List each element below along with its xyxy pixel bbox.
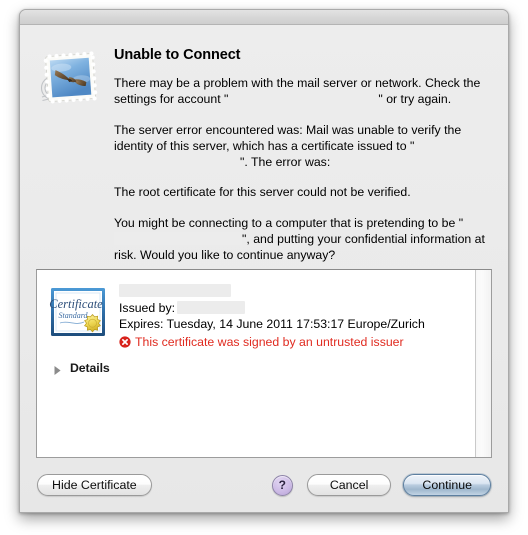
paragraph-connection-problem: There may be a problem with the mail ser…	[114, 75, 491, 108]
svg-text:Standard: Standard	[58, 311, 88, 320]
details-disclosure-toggle[interactable]: Details	[52, 361, 130, 375]
redacted-certificate-subject	[119, 283, 231, 297]
dialog-body: Unable to Connect There may be a problem…	[20, 25, 508, 512]
redacted-issuer-name	[177, 300, 246, 314]
p1-text-after: " or try again.	[378, 92, 452, 107]
dialog-button-bar: Hide Certificate ? Cancel Continue	[20, 458, 508, 512]
p4-text-before: You might be connecting to a computer th…	[114, 215, 464, 230]
details-label: Details	[70, 360, 110, 375]
svg-text:Certificate: Certificate	[49, 297, 103, 311]
cancel-button[interactable]: Cancel	[306, 474, 392, 496]
paragraph-server-error: The server error encountered was: Mail w…	[114, 122, 491, 171]
paragraph-impersonation-warning: You might be connecting to a computer th…	[114, 215, 491, 264]
p2-text-after: ". The error was:	[240, 155, 331, 170]
alert-header: Unable to Connect There may be a problem…	[20, 25, 508, 264]
redacted-server-name	[114, 155, 240, 169]
certificate-warning-dialog: Unable to Connect There may be a problem…	[19, 9, 509, 513]
certificate-summary-row: Certificate Standard Issued by: Expires:…	[49, 283, 475, 351]
certificate-fields: Issued by: Expires: Tuesday, 14 June 201…	[119, 283, 475, 351]
dialog-titlebar[interactable]	[20, 10, 508, 25]
expires-line: Expires: Tuesday, 14 June 2011 17:53:17 …	[119, 317, 425, 332]
error-circle-x-icon	[119, 336, 131, 348]
p2-text-before: The server error encountered was: Mail w…	[114, 122, 462, 153]
paragraph-root-certificate: The root certificate for this server cou…	[114, 185, 411, 200]
certificate-error-row: This certificate was signed by an untrus…	[119, 334, 475, 351]
redacted-account-name	[228, 92, 379, 106]
issued-by-label: Issued by:	[119, 300, 176, 315]
screen: Unable to Connect There may be a problem…	[0, 0, 528, 535]
certificate-seal-icon: Certificate Standard	[49, 283, 107, 341]
redacted-impersonated-host	[114, 232, 242, 246]
issued-by-line: Issued by:	[119, 300, 475, 317]
certificate-content: Certificate Standard Issued by: Expires:…	[37, 270, 475, 457]
page-title: Unable to Connect	[114, 47, 241, 63]
certificate-panel-wrapper: Certificate Standard Issued by: Expires:…	[36, 268, 492, 458]
certificate-panel: Certificate Standard Issued by: Expires:…	[36, 268, 492, 458]
chevron-right-icon	[52, 363, 63, 375]
hide-certificate-button[interactable]: Hide Certificate	[37, 474, 152, 496]
certificate-panel-scrollbar[interactable]	[475, 269, 491, 457]
mail-stamp-icon	[36, 47, 102, 113]
help-button[interactable]: ?	[271, 474, 293, 496]
alert-message-column: Unable to Connect There may be a problem…	[114, 45, 491, 264]
continue-button[interactable]: Continue	[403, 474, 491, 496]
certificate-error-text: This certificate was signed by an untrus…	[135, 334, 404, 349]
